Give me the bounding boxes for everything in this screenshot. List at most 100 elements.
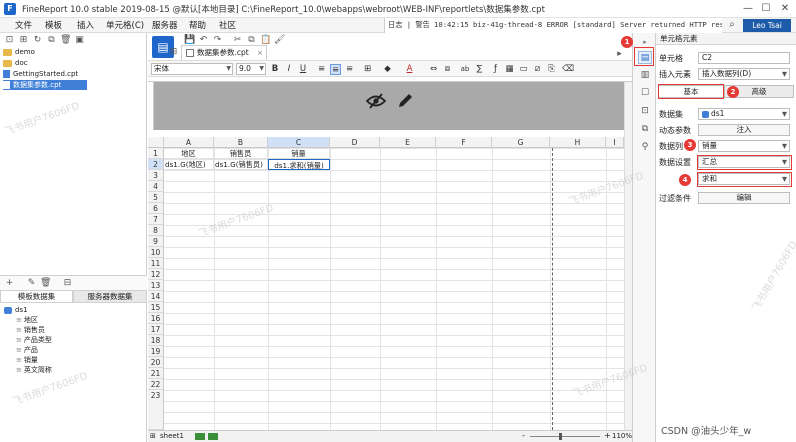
dataset-field[interactable]: ≡ 地区 [16,315,38,325]
zoom-in-button[interactable]: + [604,431,611,440]
pencil-icon[interactable] [396,92,414,110]
zoom-slider-track[interactable] [530,436,600,437]
text-icon[interactable]: ab [458,64,472,75]
bold-button[interactable]: B [270,64,280,75]
dataset-field[interactable]: ≡ 销量 [16,355,38,365]
row-header[interactable]: 8 [148,225,164,236]
slash-cell-icon[interactable]: ⧄ [532,64,543,75]
column-header[interactable]: D [330,137,380,148]
align-center-icon[interactable]: ≡ [330,64,341,75]
edit-dataset-icon[interactable]: ✎ [26,278,37,289]
tree-item-demo[interactable]: demo [3,47,143,57]
tree-item-gettingstarted[interactable]: GettingStarted.cpt [3,69,143,79]
grid-view-icon[interactable]: ⊞ [168,47,179,58]
column-header[interactable]: E [380,137,436,148]
formula-icon[interactable]: ∑ [474,64,485,75]
panel-toggle-icon[interactable]: ▸ [614,49,625,60]
data-column-select[interactable]: 销量 ▼ [698,140,790,152]
preview-dataset-icon[interactable]: ⊟ [62,278,73,289]
align-left-icon[interactable]: ≡ [316,64,327,75]
row-header[interactable]: 5 [148,192,164,203]
grid-corner[interactable] [148,137,164,148]
vertical-scrollbar[interactable] [624,82,632,430]
clear-icon[interactable]: ⌫ [562,64,574,75]
delete-dataset-icon[interactable]: 🗑 [40,278,51,289]
format-painter-icon[interactable]: 🖌 [274,35,285,46]
row-header[interactable]: 15 [148,302,164,313]
function-icon[interactable]: ƒ [490,64,501,75]
hyperlink-icon[interactable]: ⧉ [638,123,652,136]
menu-cell[interactable]: 单元格(C) [106,19,144,31]
search-icon[interactable]: ⌕ [724,18,740,33]
cell-name-field[interactable]: C2 [698,52,790,64]
add-sheet-icon[interactable] [195,433,205,440]
row-header[interactable]: 2 [148,159,164,170]
dataset-field[interactable]: ≡ 销售员 [16,325,45,335]
row-header[interactable]: 1 [148,148,164,159]
delete-icon[interactable]: 🗑 [60,35,71,46]
column-header[interactable]: A [164,137,214,148]
menu-help[interactable]: 帮助 [189,19,206,31]
open-icon[interactable]: ⊞ [18,35,29,46]
font-color-icon[interactable]: A [404,64,415,75]
minimize-button[interactable]: — [740,2,756,16]
maximize-button[interactable]: ☐ [758,2,774,16]
dataset-root[interactable]: ds1 [4,305,28,315]
cell-a1[interactable]: 地区 [164,148,214,159]
row-header[interactable]: 23 [148,390,164,430]
tab-server-dataset[interactable]: 服务器数据集 [73,290,147,303]
lock-icon[interactable]: ▣ [74,35,85,46]
tab-template-dataset[interactable]: 模板数据集 [0,290,73,303]
row-header[interactable]: 7 [148,214,164,225]
insert-element-select[interactable]: 插入数据列(D) ▼ [698,68,790,80]
row-header[interactable]: 4 [148,181,164,192]
cell-b1[interactable]: 销售员 [214,148,268,159]
column-header[interactable]: F [436,137,492,148]
column-header[interactable]: H [550,137,606,148]
cell-c1[interactable]: 销量 [268,148,330,159]
row-header[interactable]: 3 [148,170,164,181]
row-header[interactable]: 11 [148,258,164,269]
row-header[interactable]: 13 [148,280,164,291]
row-header[interactable]: 17 [148,324,164,335]
mobile-attribute-icon[interactable]: ⚲ [638,141,652,154]
inject-param-button[interactable]: 注入 [698,124,790,136]
tree-item-doc[interactable]: doc [3,58,143,68]
tab-report-template[interactable]: 数据集参数.cpt × [181,45,267,60]
log-bar[interactable]: 日志 | 警告 10:42:15 biz-41g-thread-8 ERROR … [384,18,722,33]
row-header[interactable]: 6 [148,203,164,214]
subreport-icon[interactable]: ⎘ [546,64,557,75]
copy-icon[interactable]: ⧉ [46,35,57,46]
column-header[interactable]: C [268,137,330,148]
row-header[interactable]: 10 [148,247,164,258]
row-header[interactable]: 12 [148,269,164,280]
close-tab-icon[interactable]: × [257,46,263,60]
report-header-area[interactable] [154,82,624,130]
conditional-attribute-icon[interactable]: ⊡ [638,105,652,118]
font-size-select[interactable]: 9.0 ▼ [236,63,266,75]
user-account-button[interactable]: Leo Tsai [743,19,791,32]
expand-panel-icon[interactable]: ▸ [638,36,652,49]
eye-off-icon[interactable] [366,93,386,109]
wrap-icon[interactable]: ⇔ [428,64,439,75]
menu-template[interactable]: 模板 [45,19,62,31]
data-setting-select[interactable]: 汇总 ▼ [698,156,790,168]
zoom-out-button[interactable]: - [522,431,525,440]
column-header[interactable]: B [214,137,268,148]
row-header[interactable]: 9 [148,236,164,247]
dataset-field[interactable]: ≡ 产品 [16,345,38,355]
cell-a2[interactable]: ds1.G(地区) [164,159,214,170]
add-dataset-icon[interactable]: + [4,278,15,289]
align-right-icon[interactable]: ≡ [344,64,355,75]
row-header[interactable]: 18 [148,335,164,346]
new-folder-icon[interactable]: ⊡ [4,35,15,46]
zoom-slider-thumb[interactable] [559,433,562,440]
tree-item-selected-template[interactable]: 数据集参数.cpt [3,80,87,90]
column-header[interactable]: I [606,137,624,148]
cell-element-panel-icon[interactable]: ▤ [638,51,652,64]
spreadsheet-grid[interactable]: A B C D E F G H I 1 2 3 4 5 6 7 8 9 10 1… [148,137,624,430]
cell-c2-selected[interactable]: ds1.求和(销量) [268,159,330,170]
close-button[interactable]: ✕ [777,2,793,16]
fill-color-icon[interactable]: ◆ [382,64,393,75]
menu-insert[interactable]: 插入 [77,19,94,31]
